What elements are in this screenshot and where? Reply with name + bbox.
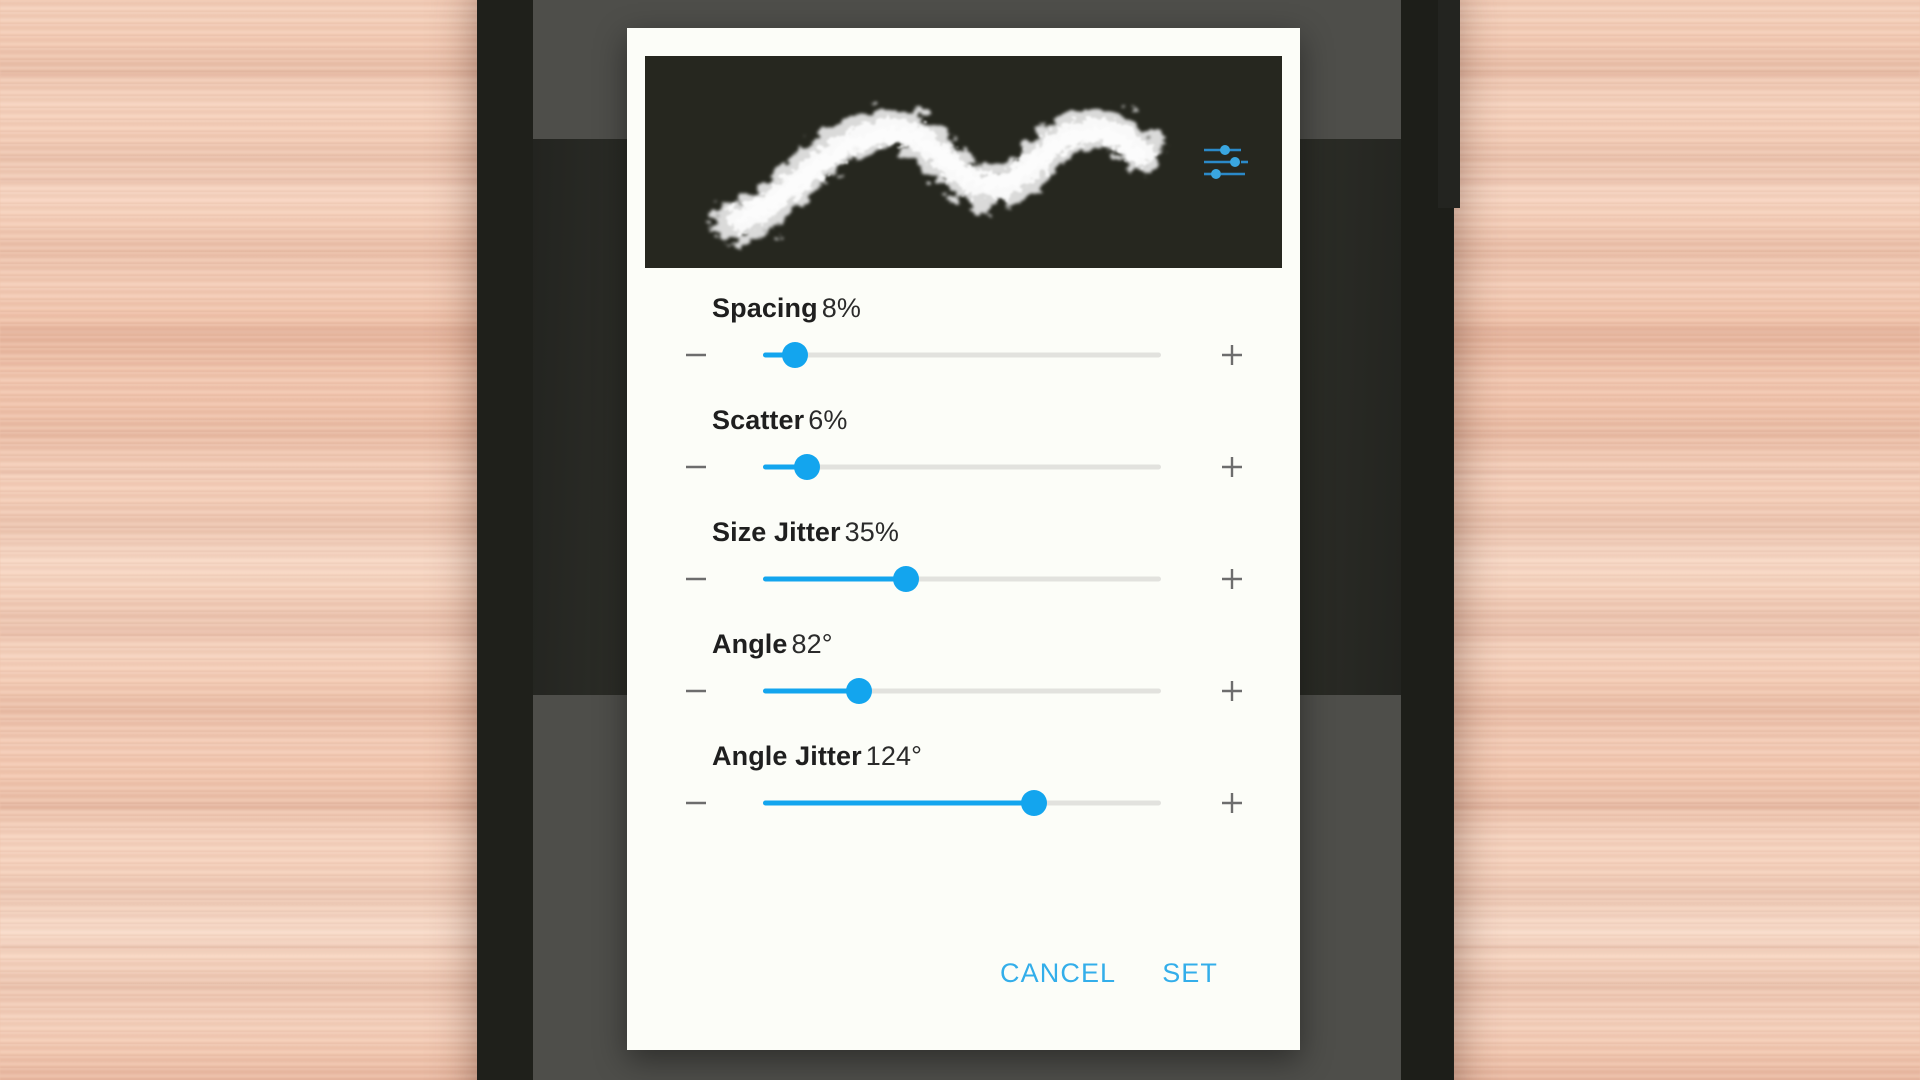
slider-row-spacing	[627, 324, 1300, 386]
plus-icon	[1222, 345, 1242, 365]
slider-knob-angle-jitter[interactable]	[1020, 790, 1047, 816]
decrease-scatter-button[interactable]	[663, 436, 729, 498]
minus-icon	[686, 577, 706, 581]
decrease-angle-jitter-button[interactable]	[663, 772, 729, 834]
setting-group-angle: Angle 82°	[627, 610, 1300, 722]
slider-row-scatter	[627, 436, 1300, 498]
slider-row-size-jitter	[627, 548, 1300, 610]
decrease-angle-button[interactable]	[663, 660, 729, 722]
minus-icon	[686, 465, 706, 469]
setting-group-angle-jitter: Angle Jitter 124°	[627, 722, 1300, 834]
brush-stroke-image	[714, 106, 1165, 244]
minus-icon	[686, 353, 706, 357]
slider-track-scatter	[763, 464, 1161, 470]
brush-settings-list: Spacing 8% Scatter 6% Size Jitter 35% Angle 82°…	[627, 268, 1300, 940]
slider-angle-jitter[interactable]	[763, 772, 1161, 834]
increase-size-jitter-button[interactable]	[1199, 548, 1265, 610]
setting-value-size-jitter: 35%	[844, 517, 899, 547]
setting-label-angle: Angle 82°	[627, 610, 1300, 660]
setting-value-spacing: 8%	[821, 293, 861, 323]
brush-preview-panel	[645, 56, 1282, 268]
set-button[interactable]: SET	[1144, 946, 1236, 1001]
increase-angle-button[interactable]	[1199, 660, 1265, 722]
slider-knob-spacing[interactable]	[781, 342, 808, 368]
setting-value-scatter: 6%	[808, 405, 848, 435]
slider-fill-angle-jitter	[763, 800, 1034, 806]
slider-knob-size-jitter[interactable]	[893, 566, 920, 592]
plus-icon	[1222, 457, 1242, 477]
slider-row-angle-jitter	[627, 772, 1300, 834]
setting-name-scatter: Scatter	[712, 405, 805, 435]
setting-group-spacing: Spacing 8%	[627, 274, 1300, 386]
decrease-spacing-button[interactable]	[663, 324, 729, 386]
slider-fill-angle	[763, 688, 859, 694]
increase-scatter-button[interactable]	[1199, 436, 1265, 498]
decrease-size-jitter-button[interactable]	[663, 548, 729, 610]
increase-spacing-button[interactable]	[1199, 324, 1265, 386]
setting-label-angle-jitter: Angle Jitter 124°	[627, 722, 1300, 772]
setting-value-angle-jitter: 124°	[865, 741, 922, 771]
slider-fill-size-jitter	[763, 576, 907, 582]
slider-size-jitter[interactable]	[763, 548, 1161, 610]
setting-value-angle: 82°	[791, 629, 833, 659]
setting-group-size-jitter: Size Jitter 35%	[627, 498, 1300, 610]
brush-settings-dialog: Spacing 8% Scatter 6% Size Jitter 35% Angle 82°…	[627, 28, 1300, 1050]
slider-spacing[interactable]	[763, 324, 1161, 386]
increase-angle-jitter-button[interactable]	[1199, 772, 1265, 834]
slider-row-angle	[627, 660, 1300, 722]
setting-label-spacing: Spacing 8%	[627, 274, 1300, 324]
slider-knob-scatter[interactable]	[793, 454, 820, 480]
tune-sliders-icon[interactable]	[1198, 137, 1254, 187]
setting-name-spacing: Spacing	[712, 293, 818, 323]
slider-track-spacing	[763, 352, 1161, 358]
setting-label-scatter: Scatter 6%	[627, 386, 1300, 436]
setting-name-size-jitter: Size Jitter	[712, 517, 841, 547]
tune-sliders-glyph	[1204, 145, 1248, 179]
screen: Spacing 8% Scatter 6% Size Jitter 35% Angle 82°…	[0, 0, 1920, 1080]
slider-scatter[interactable]	[763, 436, 1161, 498]
setting-group-scatter: Scatter 6%	[627, 386, 1300, 498]
plus-icon	[1222, 681, 1242, 701]
setting-label-size-jitter: Size Jitter 35%	[627, 498, 1300, 548]
minus-icon	[686, 689, 706, 693]
dialog-action-bar: CANCEL SET	[627, 940, 1300, 1050]
plus-icon	[1222, 569, 1242, 589]
setting-name-angle-jitter: Angle Jitter	[712, 741, 862, 771]
slider-angle[interactable]	[763, 660, 1161, 722]
slider-knob-angle[interactable]	[845, 678, 872, 704]
tablet-bezel-right-bump	[1438, 0, 1460, 208]
plus-icon	[1222, 793, 1242, 813]
setting-name-angle: Angle	[712, 629, 788, 659]
minus-icon	[686, 801, 706, 805]
cancel-button[interactable]: CANCEL	[982, 946, 1134, 1001]
